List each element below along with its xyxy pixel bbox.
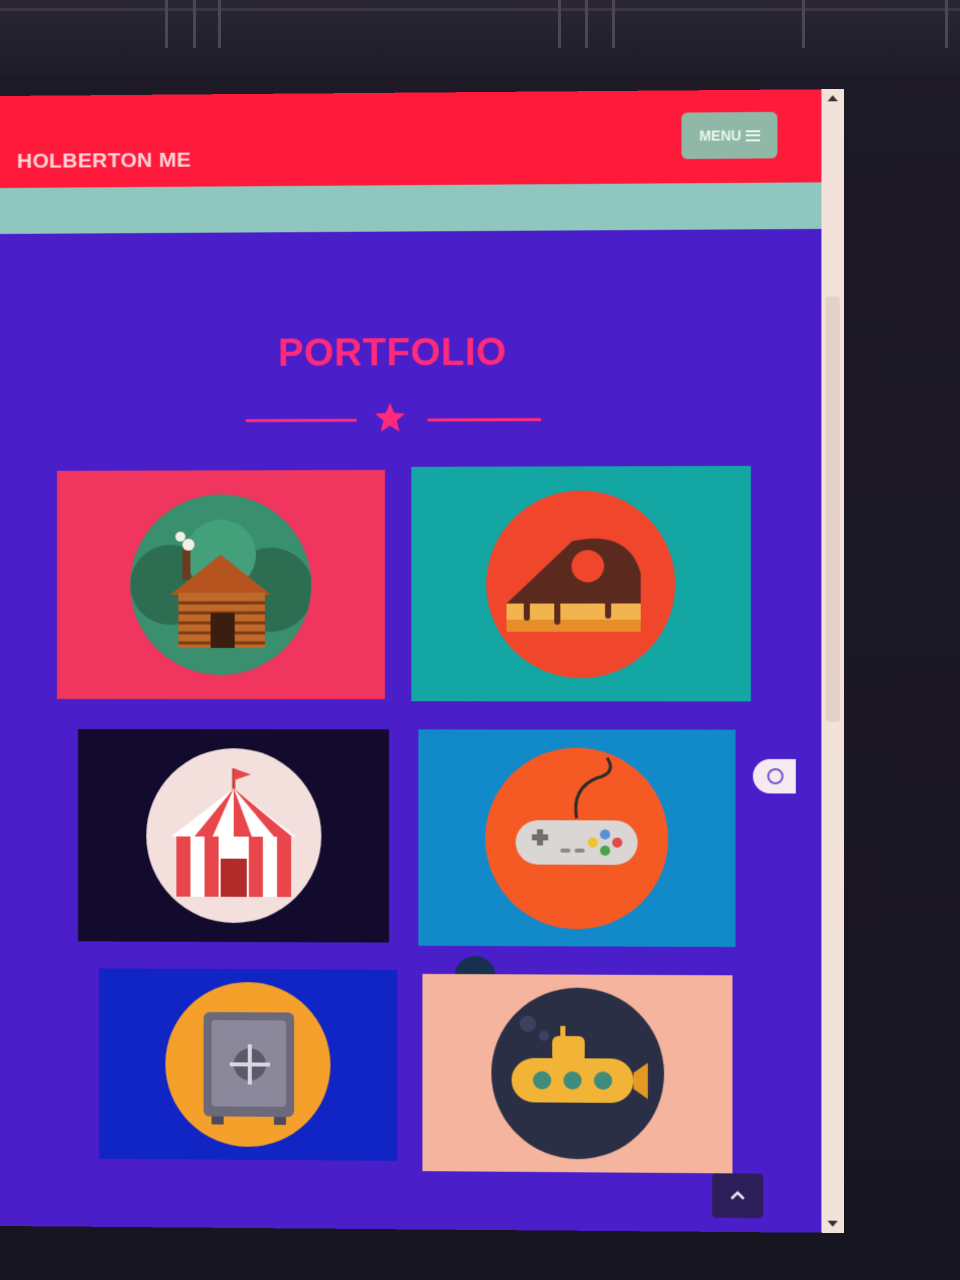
bezel-bar: [0, 8, 960, 11]
star-icon: [375, 402, 406, 432]
browser-viewport: HOLBERTON ME MENU PORTFOLIO: [0, 89, 844, 1233]
bezel-divider: [585, 0, 588, 48]
cake-slice-icon: [506, 537, 641, 678]
monitor-bezel: [0, 0, 960, 75]
portfolio-item-circus[interactable]: [78, 729, 390, 943]
bezel-divider: [165, 0, 168, 48]
side-widget-handle[interactable]: [752, 759, 796, 794]
header-accent-strip: [0, 182, 822, 234]
bezel-divider: [193, 0, 196, 48]
chevron-up-icon: [729, 1191, 745, 1201]
menu-button[interactable]: MENU: [681, 111, 778, 160]
widget-icon: [767, 768, 784, 785]
submarine-icon: [511, 1015, 648, 1104]
back-to-top-button[interactable]: [712, 1173, 764, 1219]
portfolio-item-circle: [130, 494, 312, 676]
circus-tent-icon: [170, 748, 296, 897]
portfolio-item-cake[interactable]: [411, 465, 751, 702]
portfolio-title: PORTFOLIO: [277, 331, 507, 375]
scroll-down-arrow-icon[interactable]: [827, 1220, 838, 1227]
portfolio-item-submarine[interactable]: [422, 973, 733, 1174]
bezel-divider: [802, 0, 805, 48]
scroll-up-arrow-icon[interactable]: [827, 95, 838, 102]
hamburger-icon: [745, 129, 760, 141]
safe-icon: [203, 1012, 295, 1125]
site-brand[interactable]: HOLBERTON ME: [17, 149, 191, 174]
portfolio-item-circle: [486, 489, 676, 678]
bezel-divider: [612, 0, 615, 48]
vertical-scrollbar[interactable]: [821, 89, 844, 1233]
portfolio-item-cabin[interactable]: [57, 469, 386, 700]
bezel-divider: [218, 0, 221, 48]
title-divider-right: [427, 418, 542, 422]
portfolio-item-circle: [485, 747, 669, 930]
bezel-divider: [945, 0, 948, 48]
scrollbar-thumb[interactable]: [825, 296, 840, 722]
site-header: HOLBERTON ME MENU: [0, 89, 822, 188]
portfolio-item-safe[interactable]: [99, 968, 398, 1161]
log-cabin-icon: [130, 519, 312, 675]
portfolio-item-circle: [490, 987, 664, 1160]
portfolio-item-game[interactable]: [418, 729, 736, 948]
portfolio-item-circle: [145, 748, 321, 924]
title-divider-left: [245, 418, 357, 423]
portfolio-item-circle: [165, 981, 331, 1148]
bezel-divider: [558, 0, 561, 48]
game-controller-icon: [515, 747, 638, 865]
menu-label: MENU: [699, 127, 742, 144]
